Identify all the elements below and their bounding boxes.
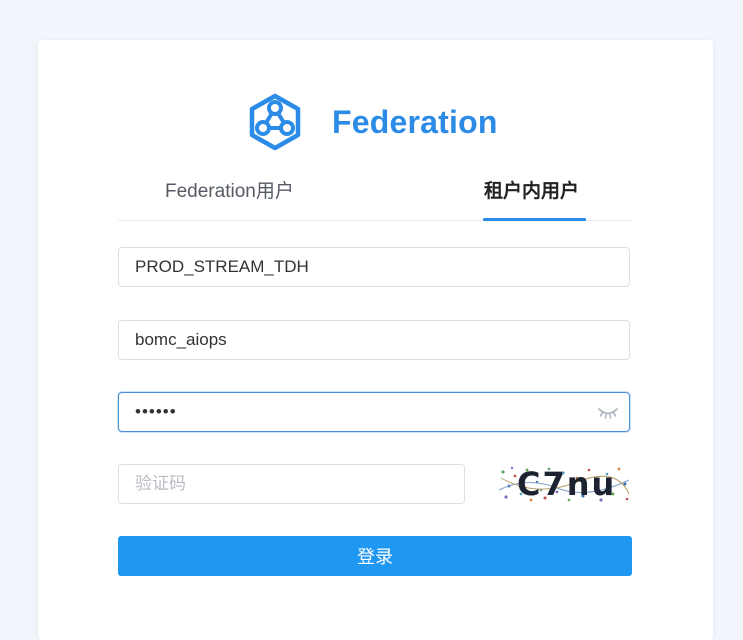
username-field <box>118 320 630 360</box>
login-button[interactable]: 登录 <box>118 536 632 576</box>
network-hexagon-icon <box>246 92 304 152</box>
captcha-field <box>118 464 465 504</box>
captcha-text: C7nu <box>517 465 617 503</box>
brand-header: Federation <box>246 92 498 152</box>
active-tab-indicator <box>483 218 586 221</box>
login-tabs: Federation用户 租户内用户 <box>118 172 632 221</box>
captcha-image[interactable]: C7nu <box>497 464 631 504</box>
brand-name: Federation <box>332 103 498 140</box>
tab-federation-user[interactable]: Federation用户 <box>165 178 294 216</box>
tab-tenant-user[interactable]: 租户内用户 <box>484 178 579 216</box>
password-field <box>118 392 630 432</box>
login-card: Federation Federation用户 租户内用户 PROD_STREA… <box>38 40 713 640</box>
password-input[interactable] <box>119 393 629 431</box>
username-input[interactable] <box>119 321 629 359</box>
cluster-input[interactable] <box>119 248 629 286</box>
cluster-field <box>118 247 630 287</box>
eye-closed-icon[interactable] <box>597 406 619 420</box>
captcha-input[interactable] <box>119 465 464 503</box>
